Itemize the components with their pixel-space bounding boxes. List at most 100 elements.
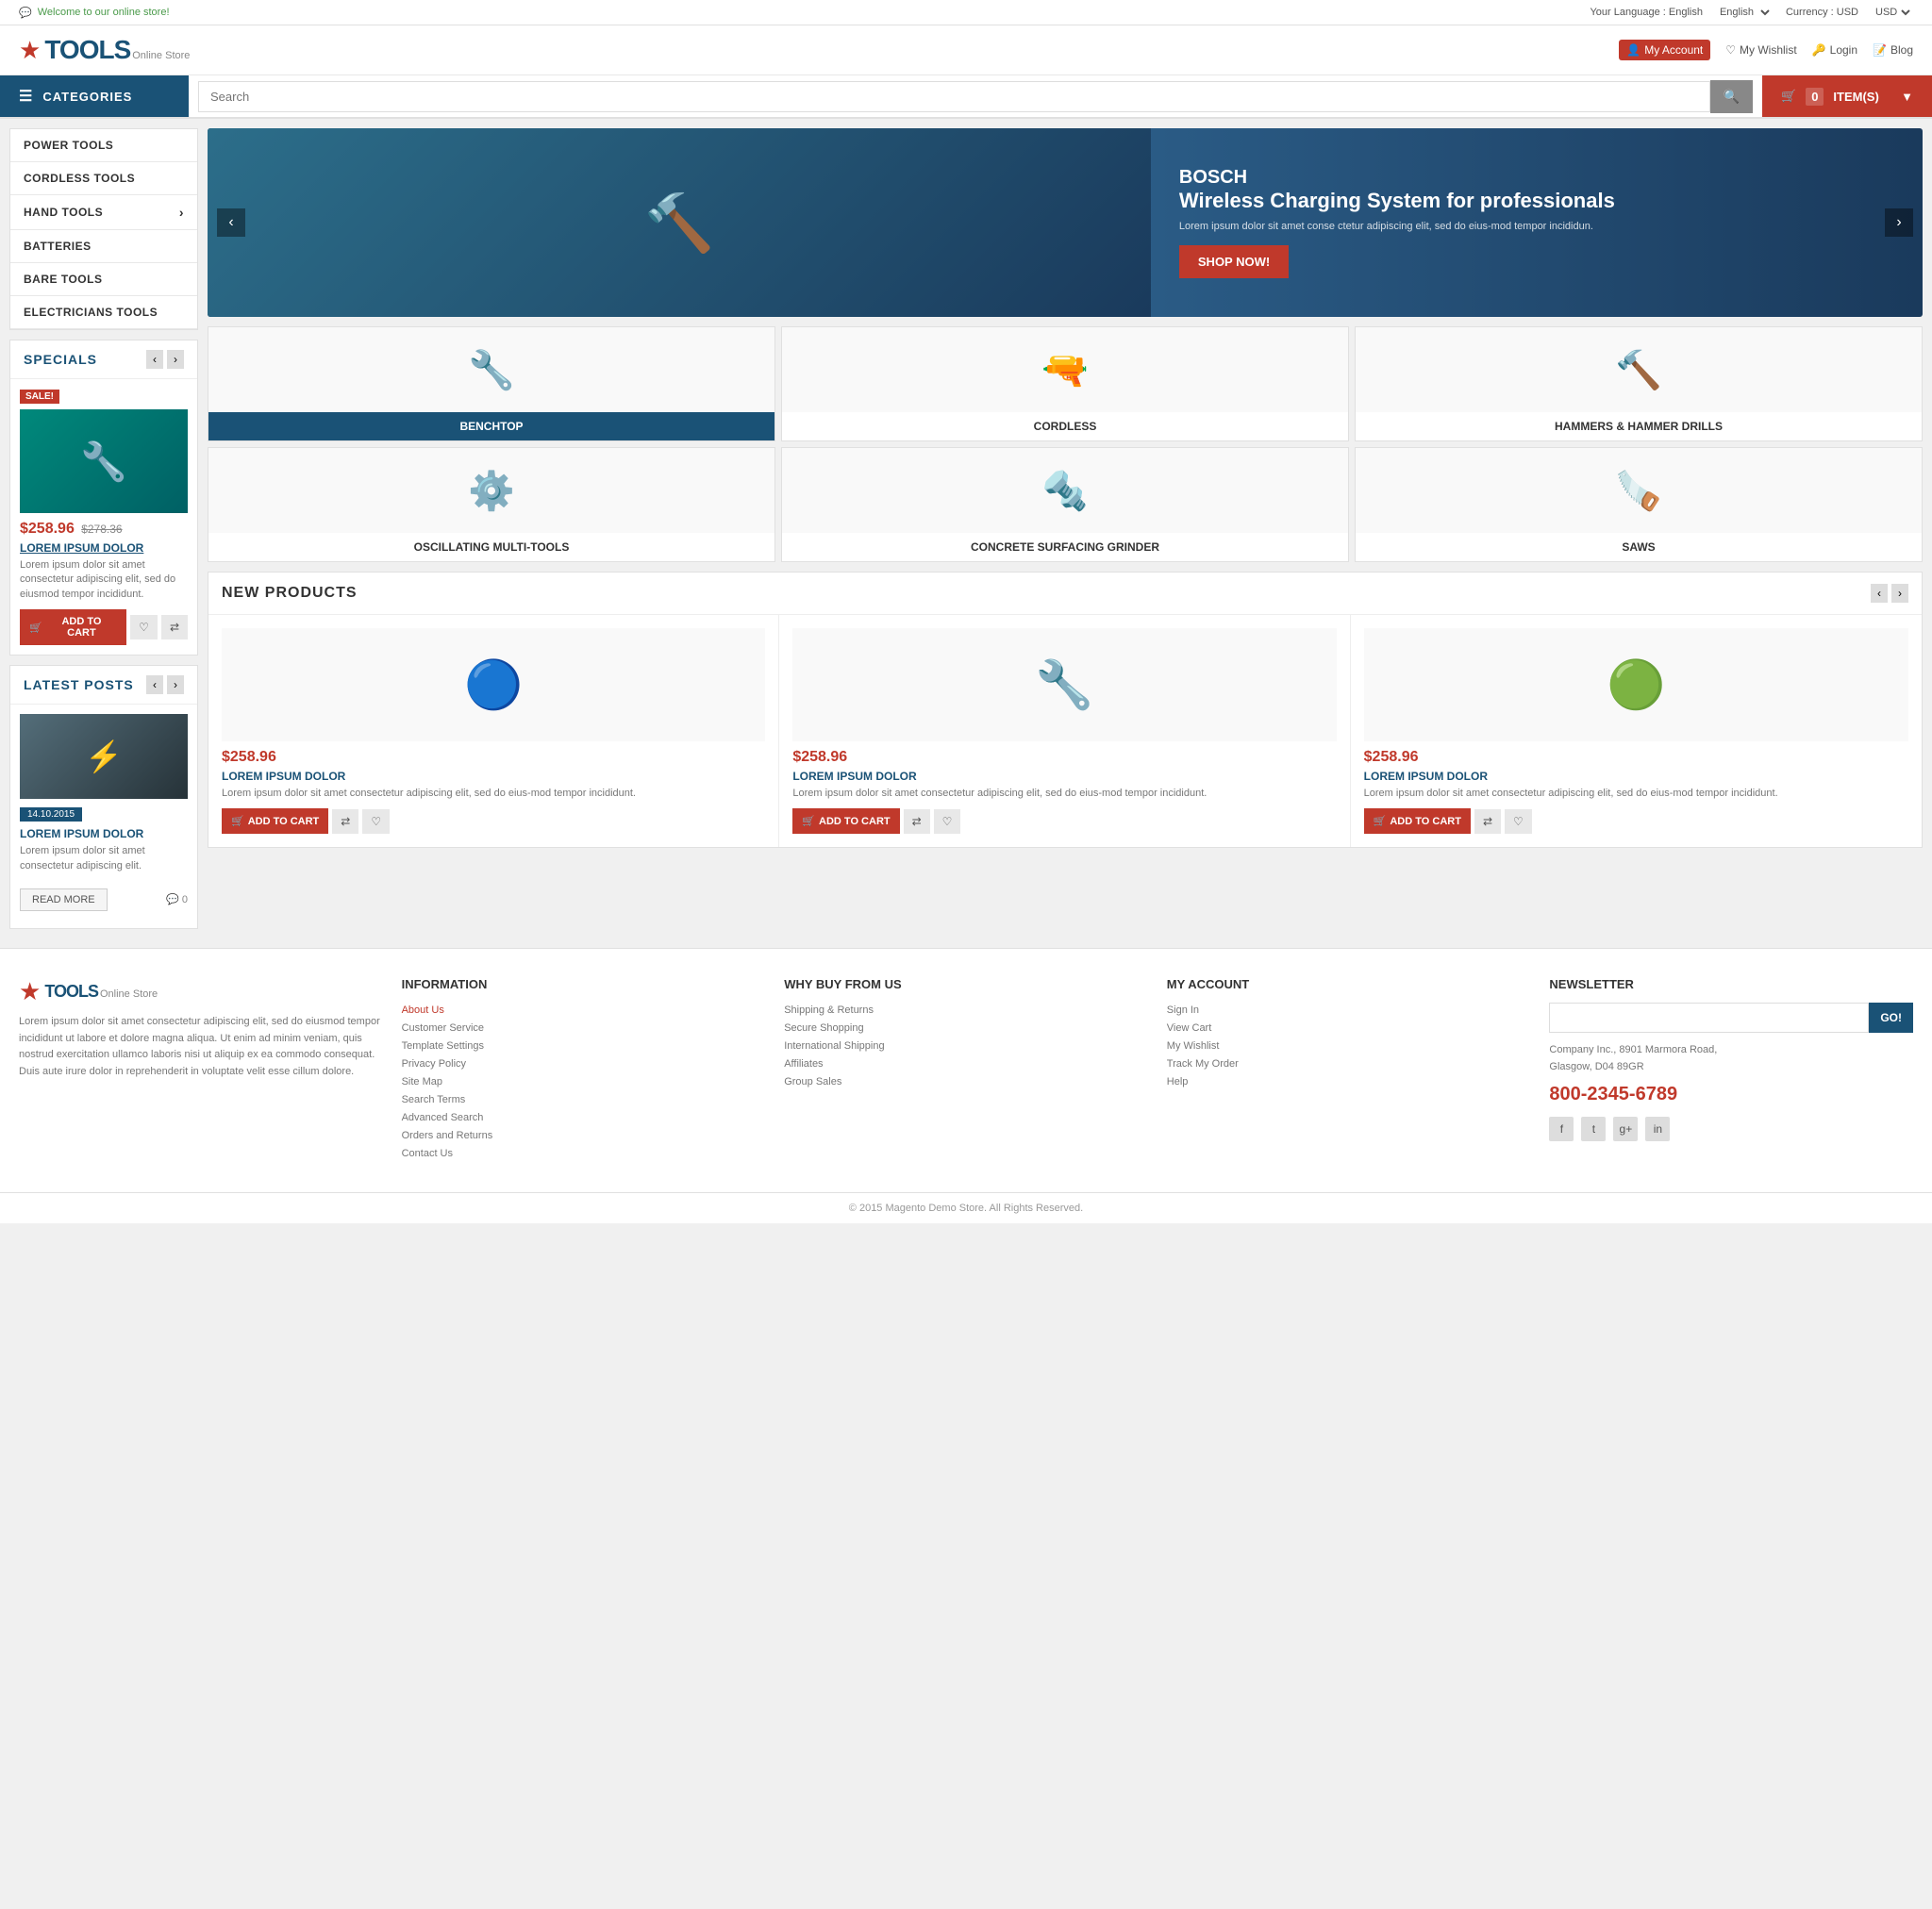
footer-track-order-link[interactable]: Track My Order [1167, 1058, 1239, 1070]
product-image-3[interactable]: 🟢 QUICK VIEW ● [1364, 628, 1908, 741]
post-date: 14.10.2015 [20, 807, 82, 822]
currency-select[interactable]: USD EUR [1872, 6, 1913, 19]
footer-help-link[interactable]: Help [1167, 1076, 1189, 1087]
cart-icon-2: 🛒 [802, 815, 815, 827]
hero-next-button[interactable]: › [1885, 208, 1913, 237]
post-image: ⚡ [20, 714, 188, 799]
shop-now-button[interactable]: SHOP NOW! [1179, 245, 1289, 278]
hammers-label: HAMMERS & HAMMER DRILLS [1356, 412, 1922, 440]
hand-tools-label: HAND TOOLS [24, 206, 103, 219]
power-tools-link[interactable]: POWER TOOLS [10, 129, 197, 161]
footer-copyright: © 2015 Magento Demo Store. All Rights Re… [0, 1192, 1932, 1223]
posts-prev-button[interactable]: ‹ [146, 675, 163, 694]
new-products-prev-button[interactable]: ‹ [1871, 584, 1888, 603]
hero-title: Wireless Charging System for professiona… [1179, 189, 1894, 213]
footer-privacy-policy-link[interactable]: Privacy Policy [402, 1058, 466, 1070]
special-compare-button[interactable]: ⇄ [161, 615, 188, 639]
footer-secure-link[interactable]: Secure Shopping [784, 1022, 863, 1034]
category-card-oscillating[interactable]: ⚙️ OSCILLATING MULTI-TOOLS [208, 447, 775, 562]
hero-description: Lorem ipsum dolor sit amet conse ctetur … [1179, 220, 1894, 234]
footer-view-cart-link[interactable]: View Cart [1167, 1022, 1211, 1034]
special-product-name[interactable]: LOREM IPSUM DOLOR [20, 541, 188, 555]
batteries-link[interactable]: BATTERIES [10, 230, 197, 262]
special-product-pricing: $258.96 $278.36 [20, 521, 188, 538]
my-account-link[interactable]: 👤 My Account [1619, 40, 1710, 60]
category-card-saws[interactable]: 🪚 SAWS [1355, 447, 1923, 562]
newsletter-submit-button[interactable]: GO! [1869, 1003, 1913, 1033]
sidebar-item-electricians-tools[interactable]: ELECTRICIANS TOOLS [10, 296, 197, 329]
bare-tools-link[interactable]: BARE TOOLS [10, 263, 197, 295]
hero-prev-button[interactable]: ‹ [217, 208, 245, 237]
blog-link[interactable]: 📝 Blog [1873, 43, 1913, 57]
special-wishlist-button[interactable]: ♡ [130, 615, 158, 639]
footer-advanced-search-link[interactable]: Advanced Search [402, 1112, 484, 1123]
footer-sign-in-link[interactable]: Sign In [1167, 1004, 1199, 1016]
search-button[interactable]: 🔍 [1710, 80, 1753, 113]
cordless-label: CORDLESS [782, 412, 1348, 440]
footer-intl-shipping-link[interactable]: International Shipping [784, 1040, 884, 1052]
category-card-benchtop[interactable]: 🔧 BENCHTOP [208, 326, 775, 441]
category-card-concrete[interactable]: 🔩 CONCRETE SURFACING GRINDER [781, 447, 1349, 562]
site-logo[interactable]: ★ TOOLS Online Store [19, 35, 190, 65]
wishlist-button-3[interactable]: ⇄ [1474, 809, 1501, 834]
posts-next-button[interactable]: › [167, 675, 184, 694]
sidebar-item-cordless-tools[interactable]: CORDLESS TOOLS [10, 162, 197, 195]
add-to-cart-button-2[interactable]: 🛒 ADD TO CART [792, 808, 899, 834]
twitter-icon[interactable]: t [1581, 1117, 1606, 1141]
add-to-cart-button-3[interactable]: 🛒 ADD TO CART [1364, 808, 1471, 834]
new-products-next-button[interactable]: › [1891, 584, 1908, 603]
sidebar-item-bare-tools[interactable]: BARE TOOLS [10, 263, 197, 296]
cordless-tools-link[interactable]: CORDLESS TOOLS [10, 162, 197, 194]
footer-orders-returns-link[interactable]: Orders and Returns [402, 1130, 493, 1141]
saws-image: 🪚 [1356, 448, 1922, 533]
category-card-hammers[interactable]: 🔨 HAMMERS & HAMMER DRILLS [1355, 326, 1923, 441]
language-select[interactable]: English French German [1716, 6, 1773, 19]
newsletter-email-input[interactable] [1549, 1003, 1869, 1033]
special-add-to-cart-button[interactable]: 🛒 ADD TO CART [20, 609, 126, 645]
compare-button-2[interactable]: ♡ [934, 809, 961, 834]
add-to-cart-button-1[interactable]: 🛒 ADD TO CART [222, 808, 328, 834]
footer-affiliates-link[interactable]: Affiliates [784, 1058, 823, 1070]
specials-next-button[interactable]: › [167, 350, 184, 369]
product-image-2[interactable]: 🔧 QUICK VIEW ● [792, 628, 1336, 741]
category-card-cordless[interactable]: 🔫 CORDLESS [781, 326, 1349, 441]
latest-post: ⚡ 14.10.2015 LOREM IPSUM DOLOR Lorem ips… [10, 705, 197, 928]
footer-contact-link[interactable]: Contact Us [402, 1148, 453, 1159]
cart-icon-1: 🛒 [231, 815, 244, 827]
footer-site-map-link[interactable]: Site Map [402, 1076, 442, 1087]
cart-button[interactable]: 🛒 0 ITEM(S) ▼ [1762, 75, 1932, 117]
footer-group-sales-link[interactable]: Group Sales [784, 1076, 841, 1087]
hand-tools-link[interactable]: HAND TOOLS › [10, 195, 197, 229]
specials-prev-button[interactable]: ‹ [146, 350, 163, 369]
wishlist-button-2[interactable]: ⇄ [904, 809, 930, 834]
footer-about-link[interactable]: About Us [402, 1004, 444, 1016]
product-image-1[interactable]: 🔵 QUICK VIEW ● [222, 628, 765, 741]
compare-button-1[interactable]: ♡ [362, 809, 390, 834]
footer-template-settings-link[interactable]: Template Settings [402, 1040, 484, 1052]
copyright-text: © 2015 Magento Demo Store. All Rights Re… [849, 1203, 1083, 1214]
sidebar-item-power-tools[interactable]: POWER TOOLS [10, 129, 197, 162]
logo-text: TOOLS [44, 35, 130, 65]
facebook-icon[interactable]: f [1549, 1117, 1574, 1141]
login-link[interactable]: 🔑 Login [1812, 43, 1857, 57]
footer-my-wishlist-link[interactable]: My Wishlist [1167, 1040, 1220, 1052]
page-layout: POWER TOOLS CORDLESS TOOLS HAND TOOLS › [0, 119, 1932, 938]
compare-button-3[interactable]: ♡ [1505, 809, 1532, 834]
search-input[interactable] [198, 81, 1710, 112]
footer-shipping-link[interactable]: Shipping & Returns [784, 1004, 874, 1016]
electricians-tools-link[interactable]: ELECTRICIANS TOOLS [10, 296, 197, 328]
footer-account-col: MY ACCOUNT Sign In View Cart My Wishlist… [1167, 977, 1531, 1164]
google-plus-icon[interactable]: g+ [1613, 1117, 1638, 1141]
sidebar-item-hand-tools[interactable]: HAND TOOLS › [10, 195, 197, 230]
categories-button[interactable]: ☰ CATEGORIES [0, 75, 189, 117]
sidebar-item-batteries[interactable]: BATTERIES [10, 230, 197, 263]
wishlist-link[interactable]: ♡ My Wishlist [1725, 43, 1796, 57]
read-more-button[interactable]: READ MORE [20, 888, 108, 911]
footer-search-terms-link[interactable]: Search Terms [402, 1094, 466, 1105]
wishlist-button-1[interactable]: ⇄ [332, 809, 358, 834]
footer-logo[interactable]: ★ TOOLS Online Store [19, 977, 383, 1006]
footer-customer-service-link[interactable]: Customer Service [402, 1022, 484, 1034]
product-card-3: NEW! 🟢 QUICK VIEW ● $258.96 LOREM IPSUM … [1351, 615, 1922, 847]
linkedin-icon[interactable]: in [1645, 1117, 1670, 1141]
special-price-old: $278.36 [81, 523, 122, 536]
